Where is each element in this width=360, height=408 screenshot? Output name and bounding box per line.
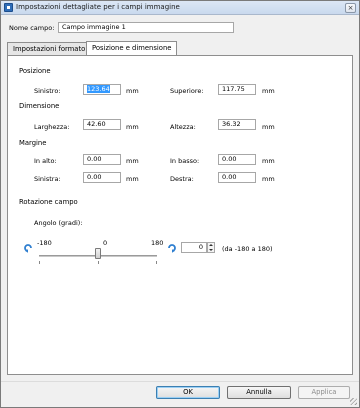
width-input[interactable]: 42.60 <box>83 119 121 130</box>
title-bar: Impostazioni dettagliate per i campi imm… <box>1 1 359 15</box>
rotate-right-icon[interactable] <box>167 243 177 253</box>
margin-left-input[interactable]: 0.00 <box>83 172 121 183</box>
margin-bottom-input[interactable]: 0.00 <box>218 154 256 165</box>
angle-slider-thumb[interactable] <box>95 248 101 259</box>
margin-top-label: In alto: <box>34 157 57 165</box>
angle-spinner[interactable] <box>207 242 215 253</box>
position-top-unit: mm <box>262 87 275 95</box>
position-left-label: Sinistro: <box>34 87 61 95</box>
ok-button[interactable]: OK <box>156 386 220 399</box>
width-label: Larghezza: <box>34 123 70 131</box>
margin-right-label: Destra: <box>170 175 194 183</box>
margin-top-unit: mm <box>126 157 139 165</box>
slider-tick <box>156 261 157 264</box>
position-heading: Posizione <box>19 67 51 75</box>
position-left-unit: mm <box>126 87 139 95</box>
field-name-input[interactable]: Campo immagine 1 <box>58 22 234 33</box>
dimension-heading: Dimensione <box>19 102 60 110</box>
spin-up-icon[interactable] <box>209 244 213 246</box>
slider-max-label: 180 <box>151 239 164 247</box>
slider-min-label: -180 <box>37 239 52 247</box>
spin-down-icon[interactable] <box>209 249 213 251</box>
angle-input[interactable]: 0 <box>181 242 207 253</box>
resize-grip[interactable] <box>350 398 357 405</box>
margin-top-input[interactable]: 0.00 <box>83 154 121 165</box>
apply-button[interactable]: Applica <box>298 386 350 399</box>
rotation-heading: Rotazione campo <box>19 198 78 206</box>
field-name-label: Nome campo: <box>9 24 55 32</box>
tab-format-settings[interactable]: Impostazioni formato <box>7 42 92 55</box>
close-button[interactable]: × <box>345 3 356 13</box>
margin-bottom-label: In basso: <box>170 157 200 165</box>
position-left-input[interactable]: 123.64 <box>83 84 121 95</box>
dialog-window: Impostazioni dettagliate per i campi imm… <box>0 0 360 408</box>
margin-right-unit: mm <box>262 175 275 183</box>
width-unit: mm <box>126 123 139 131</box>
rotate-left-icon[interactable] <box>23 243 33 253</box>
margin-heading: Margine <box>19 139 47 147</box>
slider-tick <box>98 261 99 264</box>
height-unit: mm <box>262 123 275 131</box>
app-icon <box>4 3 13 12</box>
window-title: Impostazioni dettagliate per i campi imm… <box>16 3 180 11</box>
position-left-value: 123.64 <box>87 85 110 93</box>
height-input[interactable]: 36.32 <box>218 119 256 130</box>
margin-bottom-unit: mm <box>262 157 275 165</box>
angle-range-hint: (da -180 a 180) <box>222 245 273 253</box>
margin-left-unit: mm <box>126 175 139 183</box>
angle-label: Angolo (gradi): <box>34 219 83 227</box>
footer-divider <box>1 381 359 382</box>
tab-position-size[interactable]: Posizione e dimensione <box>86 41 178 55</box>
slider-tick <box>39 261 40 264</box>
cancel-button[interactable]: Annulla <box>227 386 291 399</box>
slider-mid-label: 0 <box>103 239 108 247</box>
height-label: Altezza: <box>170 123 196 131</box>
position-top-input[interactable]: 117.75 <box>218 84 256 95</box>
margin-right-input[interactable]: 0.00 <box>218 172 256 183</box>
margin-left-label: Sinistra: <box>34 175 61 183</box>
position-top-label: Superiore: <box>170 87 204 95</box>
